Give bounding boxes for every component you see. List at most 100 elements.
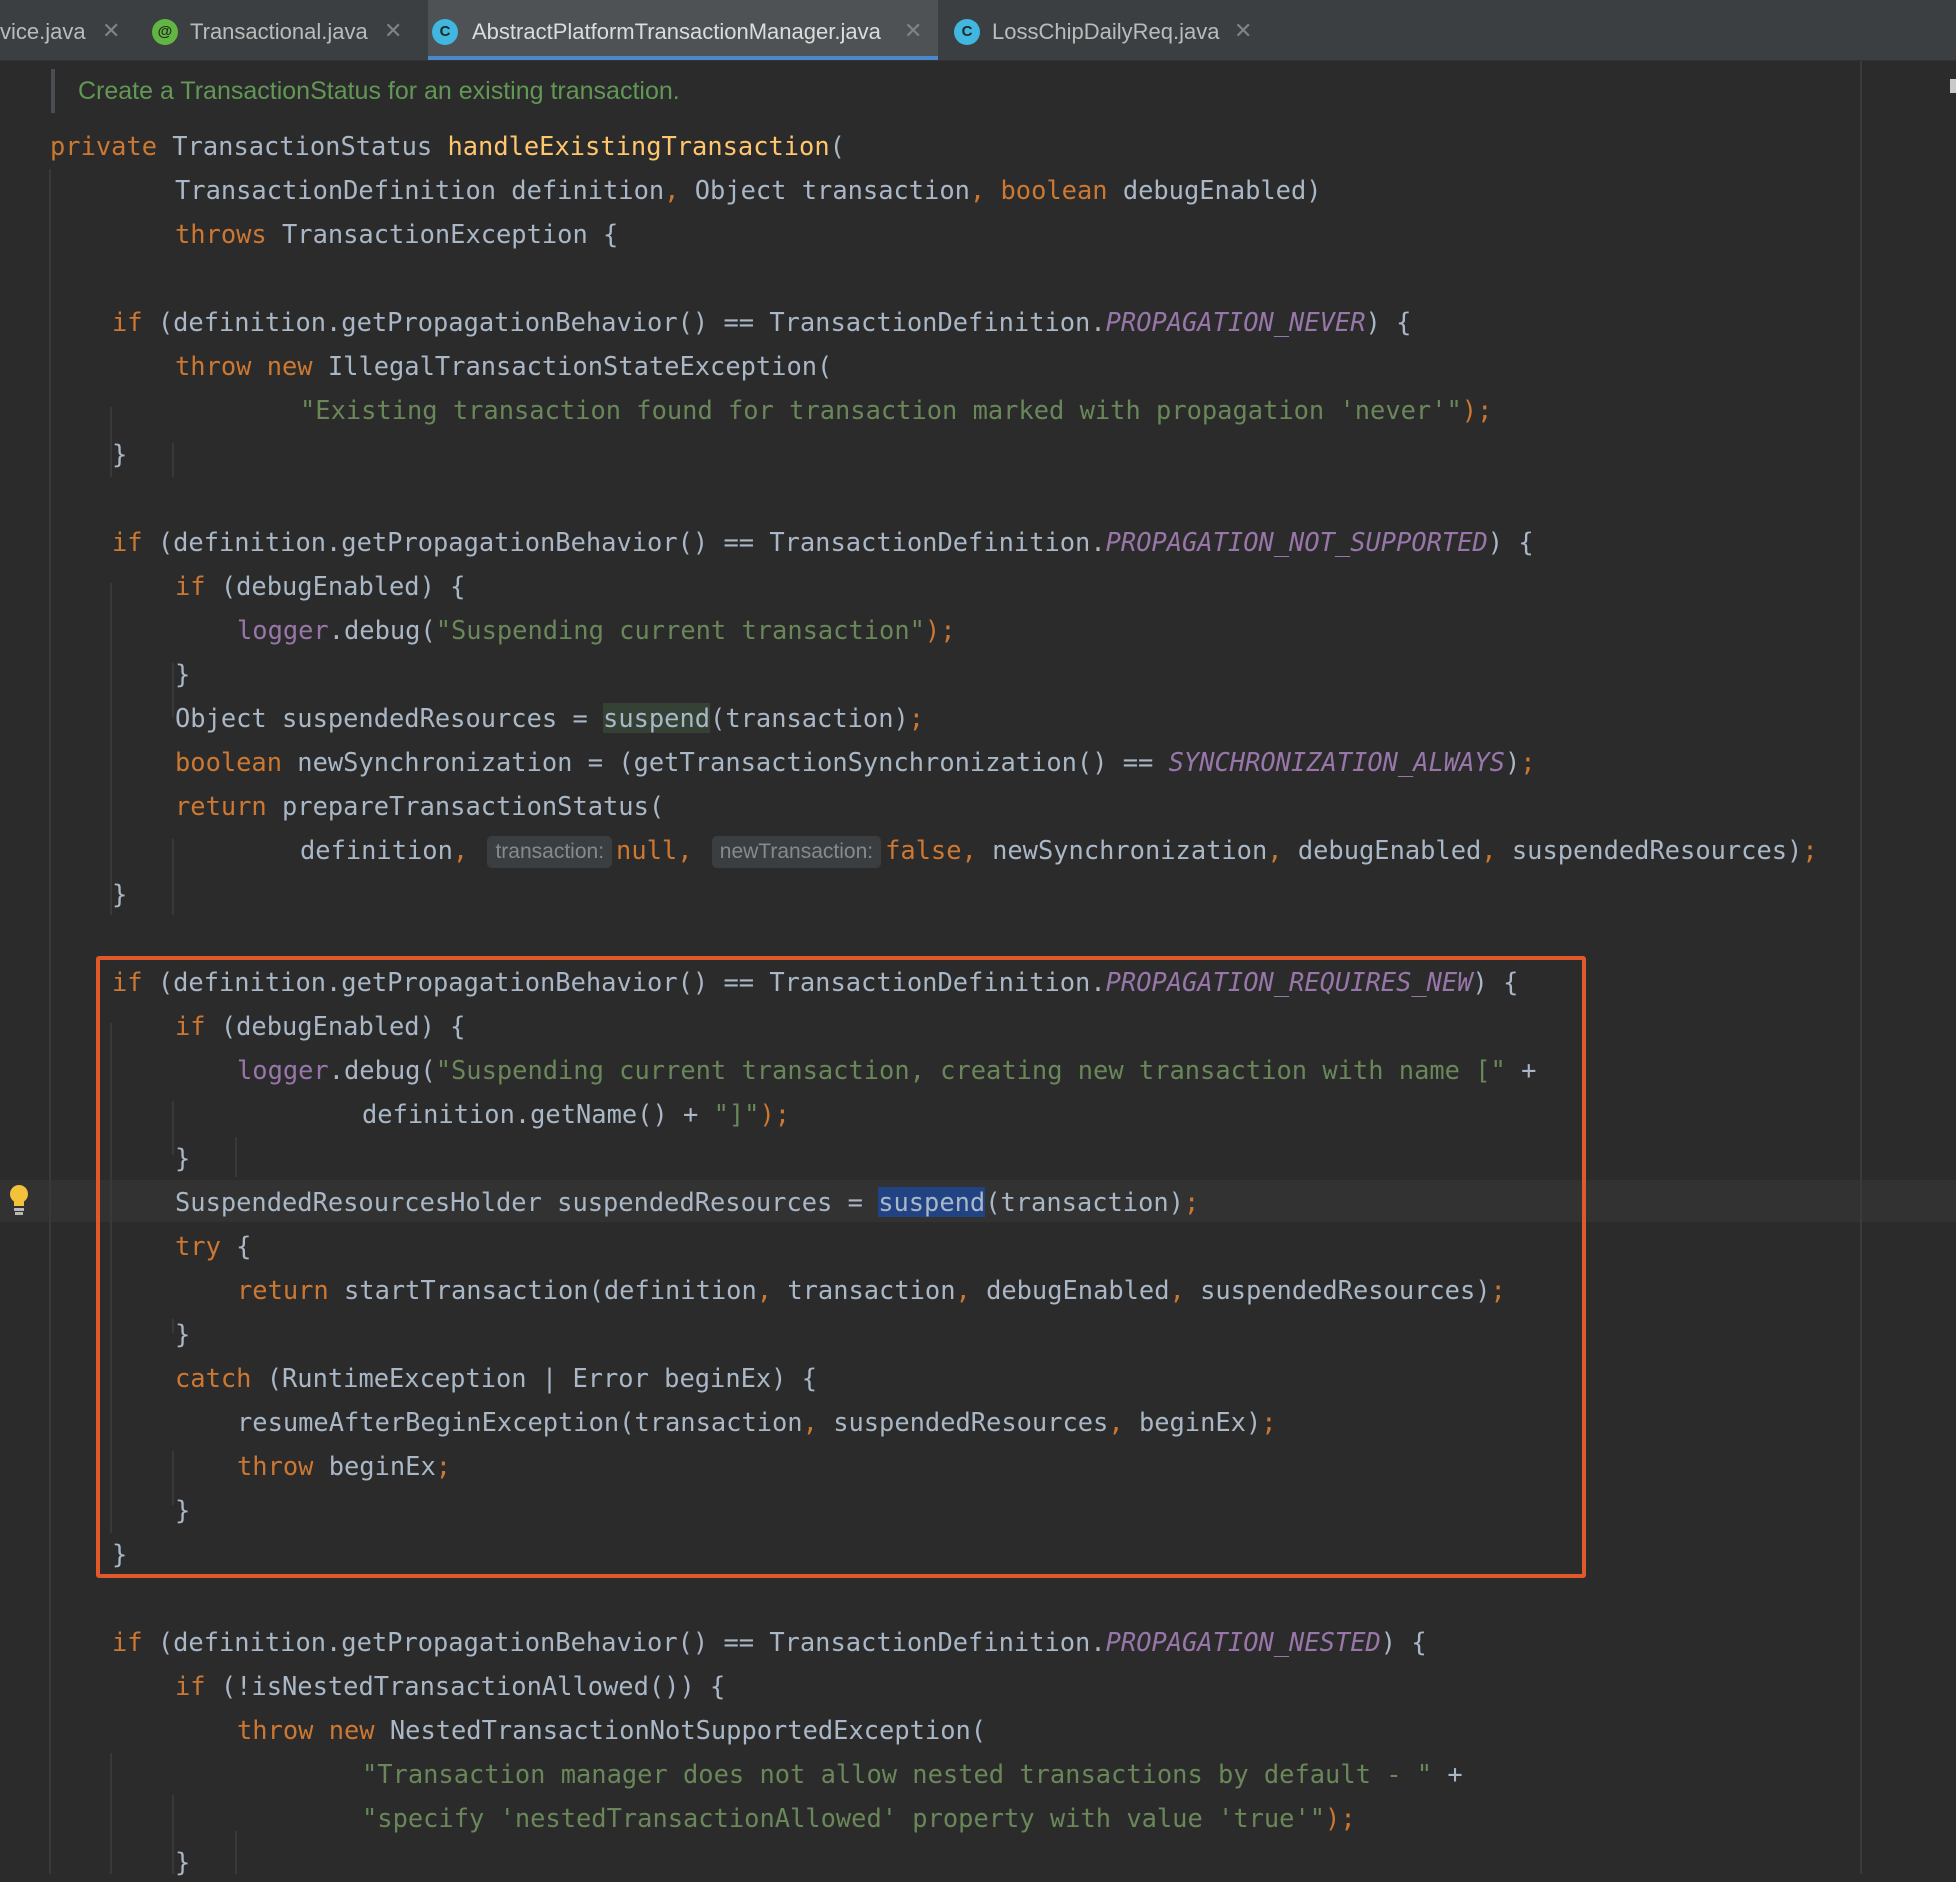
tab-label: AbstractPlatformTransactionManager.java [472,19,881,44]
code-token: definition [300,835,453,865]
doc-comment: Create a TransactionStatus for an existi… [78,77,680,105]
close-icon[interactable]: ✕ [904,18,922,44]
right-margin-guide [1860,61,1862,1874]
code-token: } [112,439,128,469]
tab-label: vice.java [0,19,86,44]
code-token: debugEnabled) [1107,175,1322,205]
code-line-8: if (definition.getPropagationBehavior() … [112,522,1534,562]
code-token: ; [908,703,925,733]
editor-tab-bar: vice.java ✕ @ Transactional.java ✕ C Abs… [0,0,1956,61]
code-token: if [175,1671,206,1701]
code-line-1: private TransactionStatus handleExisting… [50,126,845,166]
code-line-35: "specify 'nestedTransactionAllowed' prop… [362,1798,1356,1838]
code-line-3: throws TransactionException { [175,214,618,254]
code-token: handleExistingTransaction [447,131,830,161]
code-token: , [452,835,469,865]
tab-label: Transactional.java [190,19,368,44]
code-token: , [664,175,680,205]
code-token: newSynchronization = (getTransactionSync… [282,747,1169,777]
tab-service-java[interactable]: vice.java ✕ [0,0,128,60]
code-token: if [112,307,143,337]
code-line-13: boolean newSynchronization = (getTransac… [175,742,1536,782]
code-token: new [328,1715,375,1745]
code-editor[interactable]: Create a TransactionStatus for an existi… [0,61,1956,1877]
code-token: ) { [1365,307,1412,337]
code-token: , [961,835,977,865]
code-token: if [112,527,143,557]
code-token: + [1432,1759,1463,1789]
code-line-5: throw new IllegalTransactionStateExcepti… [175,346,832,386]
code-token: TransactionStatus [157,131,448,161]
code-token: TransactionDefinition definition [175,175,665,205]
code-token: TransactionException { [266,219,619,249]
code-line-36: } [175,1842,190,1882]
code-token: throw [237,1715,314,1745]
indent-guide [235,1831,237,1874]
code-token: PROPAGATION_NESTED [1105,1627,1381,1657]
close-icon[interactable]: ✕ [1234,18,1252,44]
code-token: ); [1461,395,1493,425]
highlight-box-requires-new [96,956,1586,1578]
code-token: (definition.getPropagationBehavior() == … [142,527,1106,557]
code-token: Object transaction [679,175,970,205]
code-token: (definition.getPropagationBehavior() == … [142,307,1106,337]
code-token: "Suspending current transaction" [435,615,925,645]
code-line-31: if (definition.getPropagationBehavior() … [112,1622,1427,1662]
tab-abstractplatformtransactionmanager-java[interactable]: C AbstractPlatformTransactionManager.jav… [428,0,938,60]
code-token: "specify 'nestedTransactionAllowed' prop… [362,1803,1326,1833]
tab-transactional-java[interactable]: @ Transactional.java ✕ [140,0,426,60]
code-token: return [175,791,267,821]
code-line-11: } [175,654,190,694]
tab-losschipdailyreq-java[interactable]: C LossChipDailyReq.java ✕ [948,0,1268,60]
parameter-hint: newTransaction: [711,836,882,868]
code-line-9: if (debugEnabled) { [175,566,465,606]
code-token: , [969,175,986,205]
code-line-4: if (definition.getPropagationBehavior() … [112,302,1411,342]
class-file-icon: C [954,19,980,45]
indent-guide [110,1753,112,1874]
indent-guide [172,443,174,477]
code-token: logger [237,615,329,645]
code-token: NestedTransactionNotSupportedException( [374,1715,987,1745]
indent-guide [172,839,174,915]
class-file-icon: C [432,19,458,45]
code-token: , [1267,835,1283,865]
code-token: Object suspendedResources = [175,703,604,733]
code-token: newSynchronization [976,835,1268,865]
code-token: throws [175,219,267,249]
code-token: throw [175,351,252,381]
parameter-hint: transaction: [487,836,613,868]
code-token: private [50,131,158,161]
annotation-file-icon: @ [152,19,178,45]
close-icon[interactable]: ✕ [102,18,120,44]
code-token: SYNCHRONIZATION_ALWAYS [1168,747,1505,777]
code-token: boolean [1000,175,1108,205]
indent-guide [172,1795,174,1874]
code-token: (debugEnabled) { [205,571,466,601]
close-icon[interactable]: ✕ [384,18,402,44]
code-token: debugEnabled [1282,835,1482,865]
code-token: (!isNestedTransactionAllowed()) { [205,1671,726,1701]
code-token: ; [1802,835,1818,865]
code-token: PROPAGATION_NOT_SUPPORTED [1105,527,1488,557]
code-token: "Existing transaction found for transact… [300,395,1462,425]
code-token: ); [924,615,956,645]
indent-guide [110,583,112,915]
tab-label: LossChipDailyReq.java [992,19,1220,44]
code-token: PROPAGATION_NEVER [1105,307,1366,337]
code-token: .debug( [328,615,436,645]
code-token: (transaction) [710,703,909,733]
scrollbar-marker[interactable] [1950,79,1956,93]
code-line-2: TransactionDefinition definition, Object… [175,170,1322,210]
code-token: ) { [1487,527,1534,557]
code-line-12: Object suspendedResources = suspend(tran… [175,698,924,738]
lightbulb-icon[interactable] [4,1180,34,1220]
code-token: ; [1520,747,1536,777]
code-token: IllegalTransactionStateException( [312,351,833,381]
code-line-10: logger.debug("Suspending current transac… [237,610,955,650]
code-line-6: "Existing transaction found for transact… [300,390,1492,430]
code-token: new [266,351,313,381]
code-line-15: definition, transaction: null, newTransac… [300,830,1818,870]
